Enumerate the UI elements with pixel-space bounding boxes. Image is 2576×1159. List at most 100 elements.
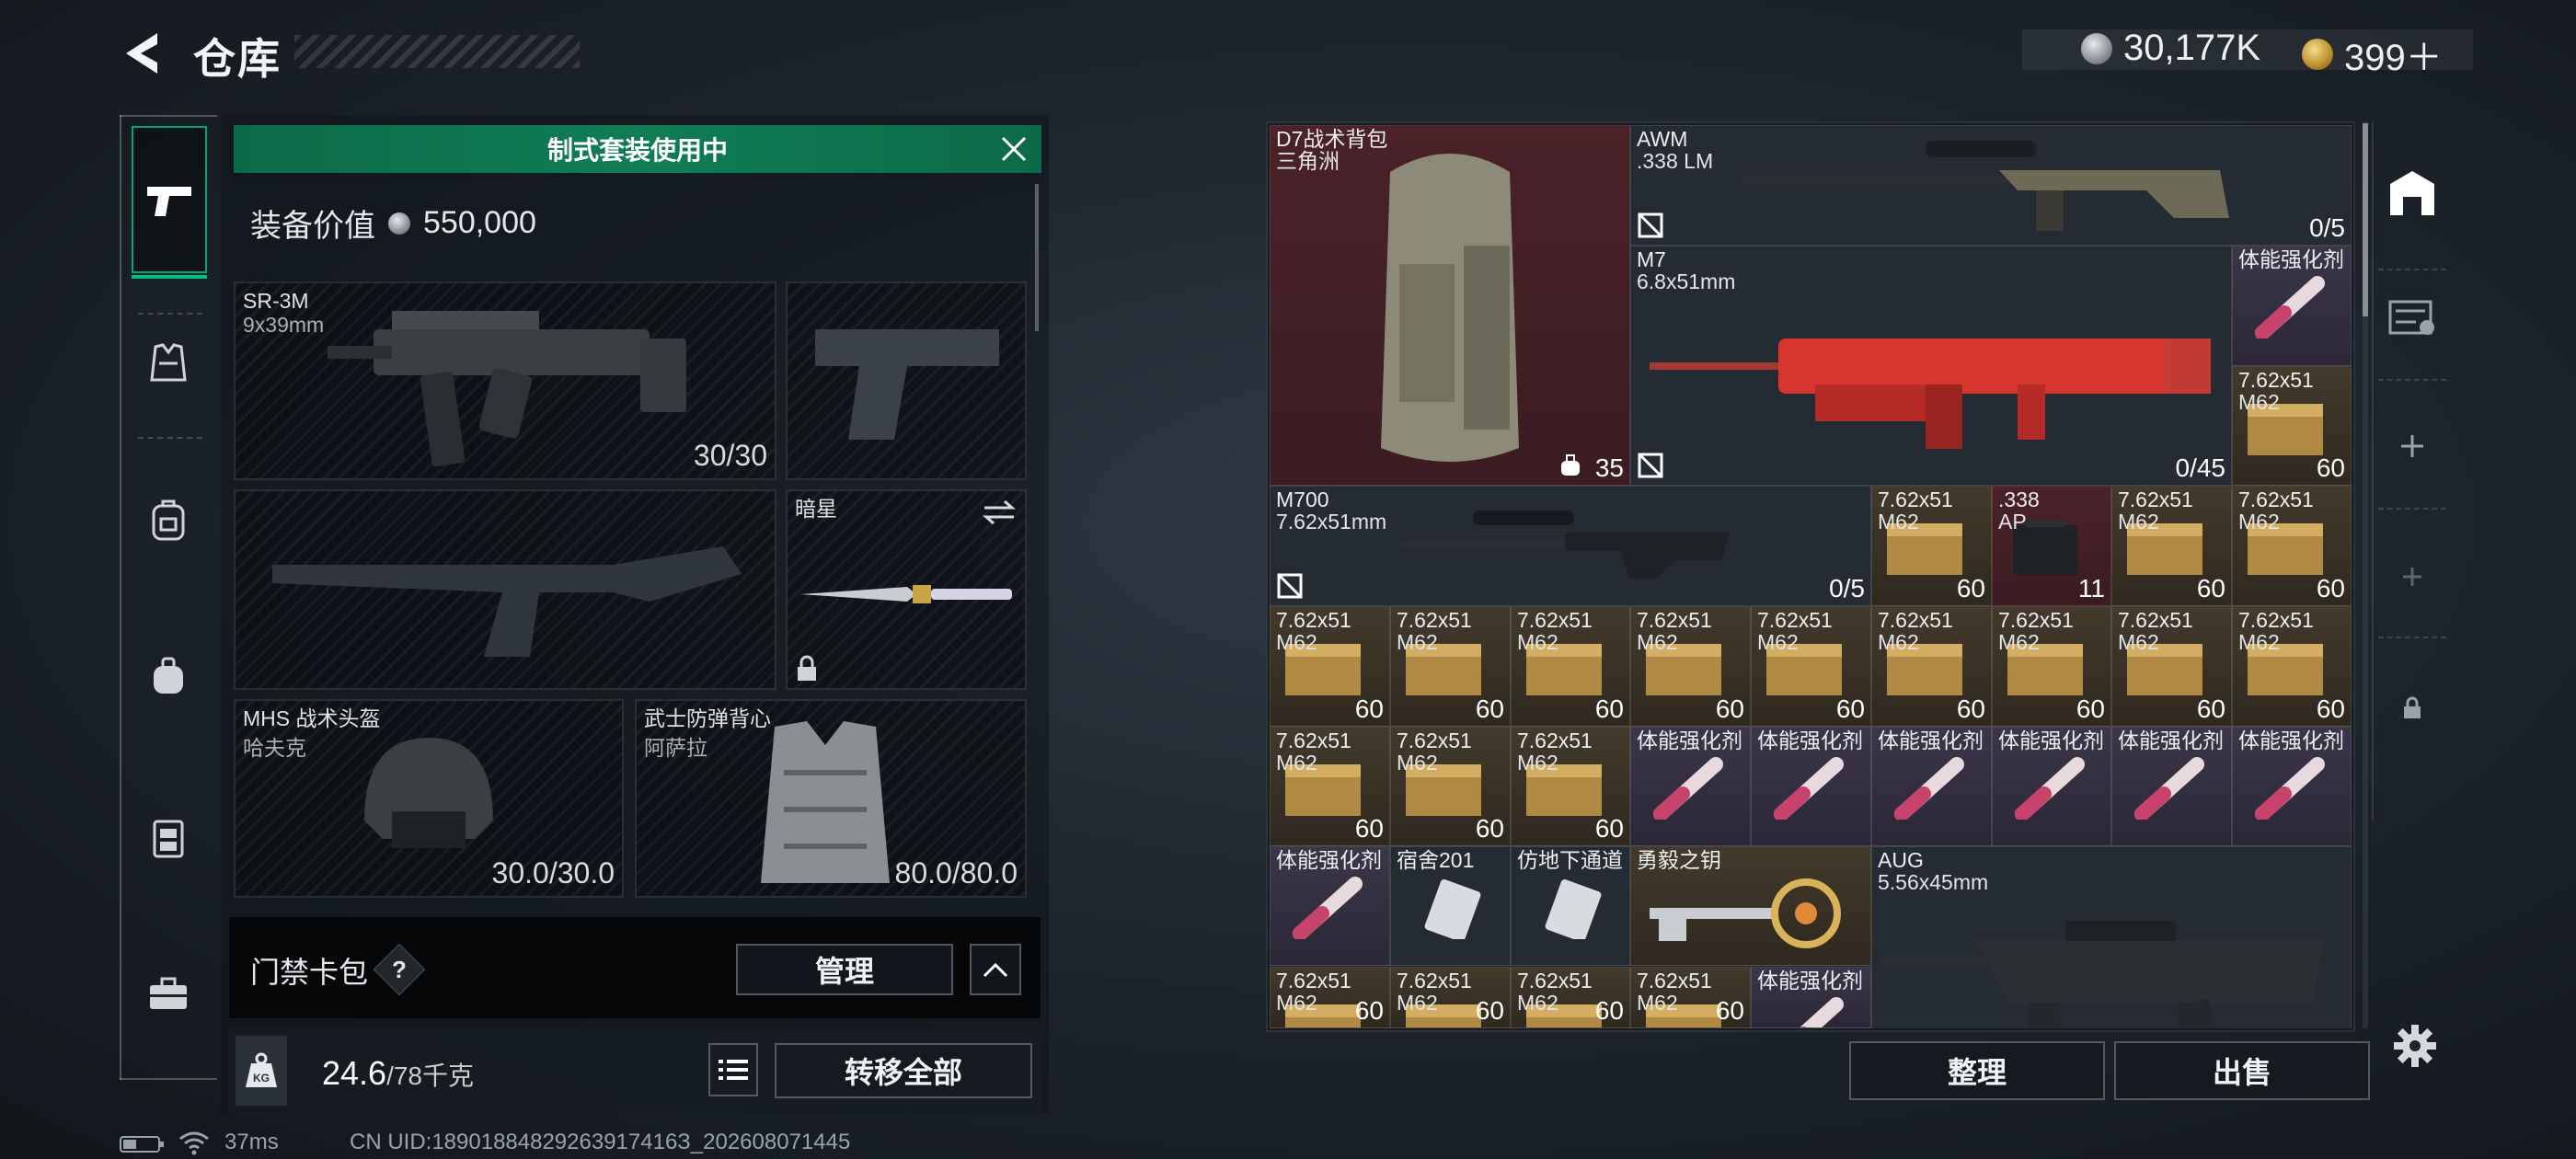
coin-icon [2081,32,2112,64]
settings-gear-icon[interactable] [2392,1023,2438,1069]
warehouse-tab[interactable] [2374,147,2451,239]
weight-max: /78千克 [386,1061,475,1090]
keycard-item[interactable]: 仿地下通道 [1511,846,1630,966]
helmet-image [364,738,493,848]
ammo-count: 60 [1715,996,1744,1025]
stim-item[interactable]: 体能强化剂 [1871,727,1992,846]
ammo-item[interactable]: 7.62x51 M62 60 [1390,967,1511,1028]
rifle-silhouette-icon [272,546,742,657]
loadout-scrollbar[interactable] [1035,184,1039,331]
key-item[interactable]: 勇毅之钥 [1630,846,1871,966]
ammo-type: M62 [1998,630,2040,654]
swap-icon[interactable] [981,499,1018,526]
ammo-type: M62 [1517,630,1558,654]
stim-item[interactable]: 体能强化剂 [1751,967,1871,1028]
stim-name: 体能强化剂 [2238,729,2344,752]
transfer-all-button[interactable]: 转移全部 [775,1043,1032,1098]
tab-bag[interactable] [120,625,217,727]
tab-armor[interactable] [120,313,217,414]
stim-item[interactable]: 体能强化剂 [1630,727,1751,846]
weight-value: 24.6 [322,1054,387,1092]
ammo-item[interactable]: 7.62x51 M62 60 [1511,967,1630,1028]
backpack-item[interactable]: D7战术背包 三角洲 35 [1270,125,1630,486]
armor-slot[interactable]: 武士防弹背心 阿萨拉 80.0/80.0 [635,699,1027,898]
collapse-button[interactable] [970,944,1021,995]
ammo-item[interactable]: 7.62x51 M62 60 [1390,606,1511,727]
pistol-slot[interactable] [786,281,1027,480]
close-icon[interactable] [997,132,1030,166]
stim-item[interactable]: 体能强化剂 [1270,846,1390,966]
coin-balance[interactable]: 30,177K [2081,28,2260,69]
help-icon[interactable]: ? [381,951,418,988]
ammo-item[interactable]: 7.62x51 M62 60 [1630,606,1751,727]
ammo-item[interactable]: 7.62x51 M62 60 [2111,486,2232,606]
ap-ammo-name: .338 [1998,488,2040,511]
stim-image [2134,757,2204,820]
plus-icon [2401,435,2423,457]
stim-item[interactable]: 体能强化剂 [1992,727,2111,846]
tab-chest-rig[interactable] [120,786,217,888]
manage-button[interactable]: 管理 [736,944,953,995]
tab-weapons[interactable] [132,126,207,279]
ammo-item[interactable]: 7.62x51 M62 60 [1871,606,1992,727]
ammo-item[interactable]: 7.62x51 M62 60 [1751,606,1871,727]
awm-image [1742,141,2229,231]
ammo-item[interactable]: 7.62x51 M62 60 [2232,366,2352,486]
awm-item[interactable]: AWM .338 LM 0/5 [1630,125,2352,246]
ammo-item[interactable]: 7.62x51 M62 60 [1270,727,1390,846]
stim-item[interactable]: 体能强化剂 [2111,727,2232,846]
add-slot-button[interactable] [2374,405,2451,488]
ammo-item[interactable]: 7.62x51 M62 60 [2232,606,2352,727]
ammo-item[interactable]: 7.62x51 M62 60 [1270,606,1390,727]
primary-weapon-slot[interactable]: SR-3M 9x39mm 30/30 [234,281,776,480]
pistol-icon [147,187,191,216]
ammo-count: 60 [2316,694,2345,723]
stim-image [1293,877,1363,939]
aug-item[interactable]: AUG 5.56x45mm [1871,846,2352,1028]
keycard-image [1545,879,1602,939]
ammo-type: M62 [1517,751,1558,775]
stim-item[interactable]: 体能强化剂 [2232,246,2352,366]
ammo-item[interactable]: 7.62x51 M62 60 [1511,727,1630,846]
ammo-item[interactable]: 7.62x51 M62 60 [1390,727,1511,846]
tab-case[interactable] [120,943,217,1044]
keycard-name: 宿舍201 [1397,848,1475,872]
helmet-slot[interactable]: MHS 战术头盔 哈夫克 30.0/30.0 [234,699,624,898]
ammo-item[interactable]: 7.62x51 M62 60 [1511,606,1630,727]
list-view-button[interactable] [708,1043,758,1096]
ammo-type: M62 [2118,630,2159,654]
no-sell-icon [1638,212,1663,238]
back-arrow-icon[interactable] [118,28,164,79]
ammo-item[interactable]: 7.62x51 M62 60 [1871,486,1992,606]
rig-icon [153,820,184,858]
ammo-name: 7.62x51 [1878,608,1953,632]
sell-button[interactable]: 出售 [2114,1041,2370,1100]
stim-item[interactable]: 体能强化剂 [2232,727,2352,846]
m700-item[interactable]: M700 7.62x51mm 0/5 [1270,486,1871,606]
add-slot-button-disabled[interactable] [2374,535,2451,618]
access-card-label: 门禁卡包 [250,956,369,989]
ap-ammo-item[interactable]: .338 AP 11 [1992,486,2111,606]
locked-slot[interactable] [2374,662,2451,754]
ammo-item[interactable]: 7.62x51 M62 60 [2111,606,2232,727]
ammo-name: 7.62x51 [1276,729,1351,752]
ammo-type: M62 [1276,751,1317,775]
ammo-item[interactable]: 7.62x51 M62 60 [2232,486,2352,606]
ammo-item[interactable]: 7.62x51 M62 60 [1270,967,1390,1028]
stim-item[interactable]: 体能强化剂 [1751,727,1871,846]
ammo-name: 7.62x51 [1397,729,1472,752]
page-title: 仓库 [193,35,282,83]
keycard-item[interactable]: 宿舍201 [1390,846,1511,966]
ammo-name: 7.62x51 [1757,608,1833,632]
ticket-balance[interactable]: 399＋ [2302,28,2443,81]
storage-scrollbar-thumb[interactable] [2363,123,2368,316]
sort-button[interactable]: 整理 [1849,1041,2105,1100]
tab-backpack[interactable] [120,469,217,570]
ammo-item[interactable]: 7.62x51 M62 60 [1992,606,2111,727]
expand-storage-tab[interactable] [2374,276,2451,359]
secondary-weapon-slot[interactable] [234,489,776,690]
m7-item[interactable]: M7 6.8x51mm 0/45 [1630,246,2232,486]
ammo-item[interactable]: 7.62x51 M62 60 [1630,967,1751,1028]
weight-readout: 24.6/78千克 [322,1054,474,1093]
melee-slot[interactable]: 暗星 [786,489,1027,690]
